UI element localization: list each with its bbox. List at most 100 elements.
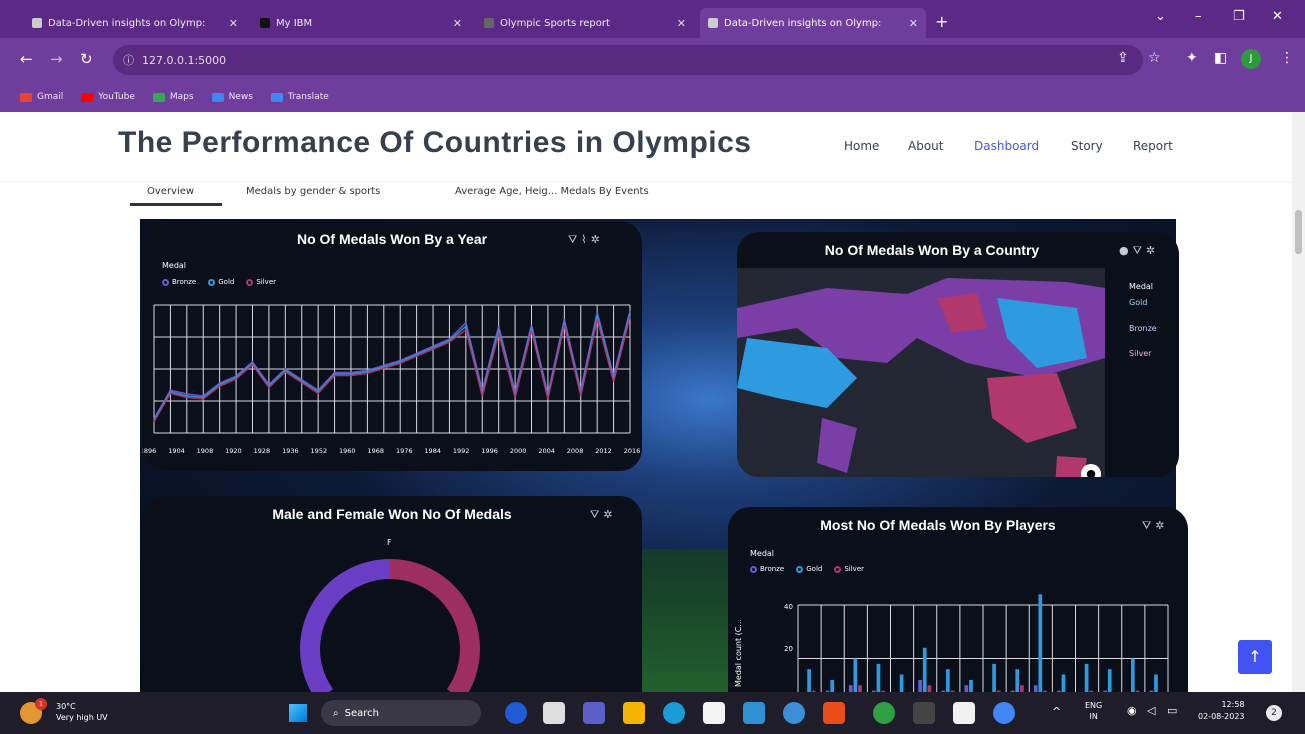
bookmark-star-icon[interactable]: ☆ <box>1148 50 1161 66</box>
tab-favicon <box>708 18 718 28</box>
scrollbar-thumb[interactable] <box>1295 210 1302 254</box>
panel-toolbar-icons[interactable]: ●⛛✲ <box>1119 244 1159 258</box>
tab-title: My IBM <box>276 17 313 29</box>
tab-medals-by-gender[interactable]: Medals by gender & sports <box>246 182 380 206</box>
nav-about[interactable]: About <box>908 139 943 153</box>
taskbar-search[interactable]: ⌕ Search <box>321 700 481 726</box>
close-icon[interactable]: ✕ <box>909 17 918 30</box>
tray-chevron-icon[interactable]: ^ <box>1052 706 1061 717</box>
info-icon[interactable]: ⓘ <box>123 52 134 68</box>
reload-icon[interactable]: ↻ <box>80 50 93 68</box>
terminal-icon[interactable] <box>913 702 935 724</box>
bar-silver <box>1020 685 1024 692</box>
nav-dashboard[interactable]: Dashboard <box>974 139 1039 153</box>
region-code: IN <box>1089 712 1098 721</box>
tab-average-age[interactable]: Average Age, Heig... Medals By Events <box>455 182 649 206</box>
browser-tab-3[interactable]: Olympic Sports report ✕ <box>476 8 694 38</box>
forward-arrow-icon[interactable]: → <box>50 50 63 68</box>
notification-badge[interactable]: 2 <box>1266 705 1282 721</box>
tab-search-chevron-icon[interactable]: ⌄ <box>1155 9 1166 24</box>
windows-taskbar: 1 30°C Very high UV ⌕ Search ^ ENG IN ◉ ◁ … <box>0 692 1305 734</box>
page-viewport: The Performance Of Countries in Olympics… <box>0 112 1292 692</box>
restore-icon[interactable]: ❐ <box>1233 9 1245 24</box>
wifi-icon[interactable]: ◉ <box>1127 705 1137 716</box>
map-info-icon[interactable]: ● <box>1081 464 1101 477</box>
bar-gold <box>899 674 904 692</box>
mail-icon[interactable] <box>743 702 765 724</box>
bar-gold <box>1084 663 1089 692</box>
legend-silver[interactable]: Silver <box>1129 349 1151 358</box>
dashboard-tabs: Overview Medals by gender & sports Avera… <box>130 182 1176 208</box>
back-to-top-button[interactable]: ↑ <box>1238 640 1272 674</box>
document-icon[interactable] <box>953 702 975 724</box>
bookmark-news[interactable]: News <box>211 92 253 102</box>
task-view-icon[interactable] <box>543 702 565 724</box>
page-scrollbar[interactable] <box>1292 112 1305 692</box>
file-explorer-icon[interactable] <box>623 702 645 724</box>
bar-gold <box>969 679 973 692</box>
vscode-icon[interactable] <box>783 702 805 724</box>
x-tick-label: 1984 <box>424 447 441 455</box>
back-arrow-icon[interactable]: ← <box>20 50 33 68</box>
language-code: ENG <box>1085 701 1103 710</box>
address-bar[interactable]: ⓘ 127.0.0.1:5000 <box>113 45 1143 75</box>
gender-donut-chart[interactable] <box>142 496 642 692</box>
tab-overview[interactable]: Overview <box>130 182 222 206</box>
bookmark-gmail[interactable]: Gmail <box>20 92 63 102</box>
profile-avatar[interactable]: J <box>1241 49 1261 69</box>
new-tab-plus-icon[interactable]: + <box>935 12 948 31</box>
copilot-icon[interactable] <box>505 702 527 724</box>
players-bar-chart[interactable] <box>728 507 1188 692</box>
windows-start-icon[interactable] <box>289 704 307 722</box>
volume-icon[interactable]: ◁ <box>1147 705 1155 716</box>
battery-icon[interactable]: ▭ <box>1167 705 1177 716</box>
weather-desc: Very high UV <box>56 713 108 722</box>
legend-gold[interactable]: Gold <box>1129 298 1147 307</box>
mcafee-icon[interactable] <box>823 702 845 724</box>
site-title[interactable]: The Performance Of Countries in Olympics <box>118 126 751 160</box>
close-icon[interactable]: ✕ <box>677 17 686 30</box>
browser-tab-4[interactable]: Data-Driven insights on Olymp: ✕ <box>700 8 926 38</box>
bar-gold <box>807 669 811 692</box>
side-panel-icon[interactable]: ◧ <box>1214 50 1227 66</box>
bookmark-youtube[interactable]: YouTube <box>81 92 135 102</box>
window-close-icon[interactable]: ✕ <box>1272 9 1283 24</box>
clock-time: 12:58 <box>1221 700 1245 709</box>
bookmark-translate[interactable]: Translate <box>270 92 329 102</box>
bar-gold <box>876 663 881 692</box>
bar-gold <box>853 658 858 692</box>
translate-icon <box>270 92 283 102</box>
bar-silver <box>927 685 932 692</box>
nav-story[interactable]: Story <box>1071 139 1103 153</box>
more-menu-icon[interactable]: ⋮ <box>1280 50 1294 66</box>
bar-gold <box>1038 594 1043 692</box>
store-icon[interactable] <box>703 702 725 724</box>
weather-temp: 30°C <box>56 702 76 711</box>
close-icon[interactable]: ✕ <box>229 17 238 30</box>
world-map[interactable]: ● <box>737 268 1105 477</box>
language-indicator[interactable]: ENG IN <box>1085 700 1102 722</box>
legend-bronze[interactable]: Bronze <box>1129 324 1157 333</box>
browser-tab-1[interactable]: Data-Driven insights on Olymp: ✕ <box>24 8 246 38</box>
browser-tab-2[interactable]: My IBM ✕ <box>252 8 470 38</box>
browser-tab-strip: Data-Driven insights on Olymp: ✕ My IBM … <box>0 0 1305 38</box>
share-icon[interactable]: ⇪ <box>1117 50 1129 66</box>
minimize-icon[interactable]: – <box>1195 9 1202 24</box>
x-tick-label: 1896 <box>142 447 156 455</box>
app-circle-icon[interactable] <box>873 702 895 724</box>
taskbar-clock[interactable]: 12:58 02-08-2023 <box>1198 699 1245 723</box>
close-icon[interactable]: ✕ <box>453 17 462 30</box>
chrome-icon[interactable] <box>993 702 1015 724</box>
nav-report[interactable]: Report <box>1133 139 1173 153</box>
bookmark-maps[interactable]: Maps <box>152 92 194 102</box>
edge-icon[interactable] <box>663 702 685 724</box>
extensions-puzzle-icon[interactable]: ✦ <box>1186 50 1198 66</box>
donut-slice-male-lower <box>300 649 333 692</box>
teams-icon[interactable] <box>583 702 605 724</box>
x-tick-label: 1996 <box>481 447 498 455</box>
bookmarks-bar: Gmail YouTube Maps News Translate <box>0 82 1305 112</box>
x-tick-label: 1952 <box>311 447 328 455</box>
nav-home[interactable]: Home <box>844 139 879 153</box>
bookmark-label: Gmail <box>37 92 64 102</box>
year-line-chart[interactable]: 1896 1904 1908 1920 1928 1936 1952 1960 1968 1976… <box>142 221 642 471</box>
